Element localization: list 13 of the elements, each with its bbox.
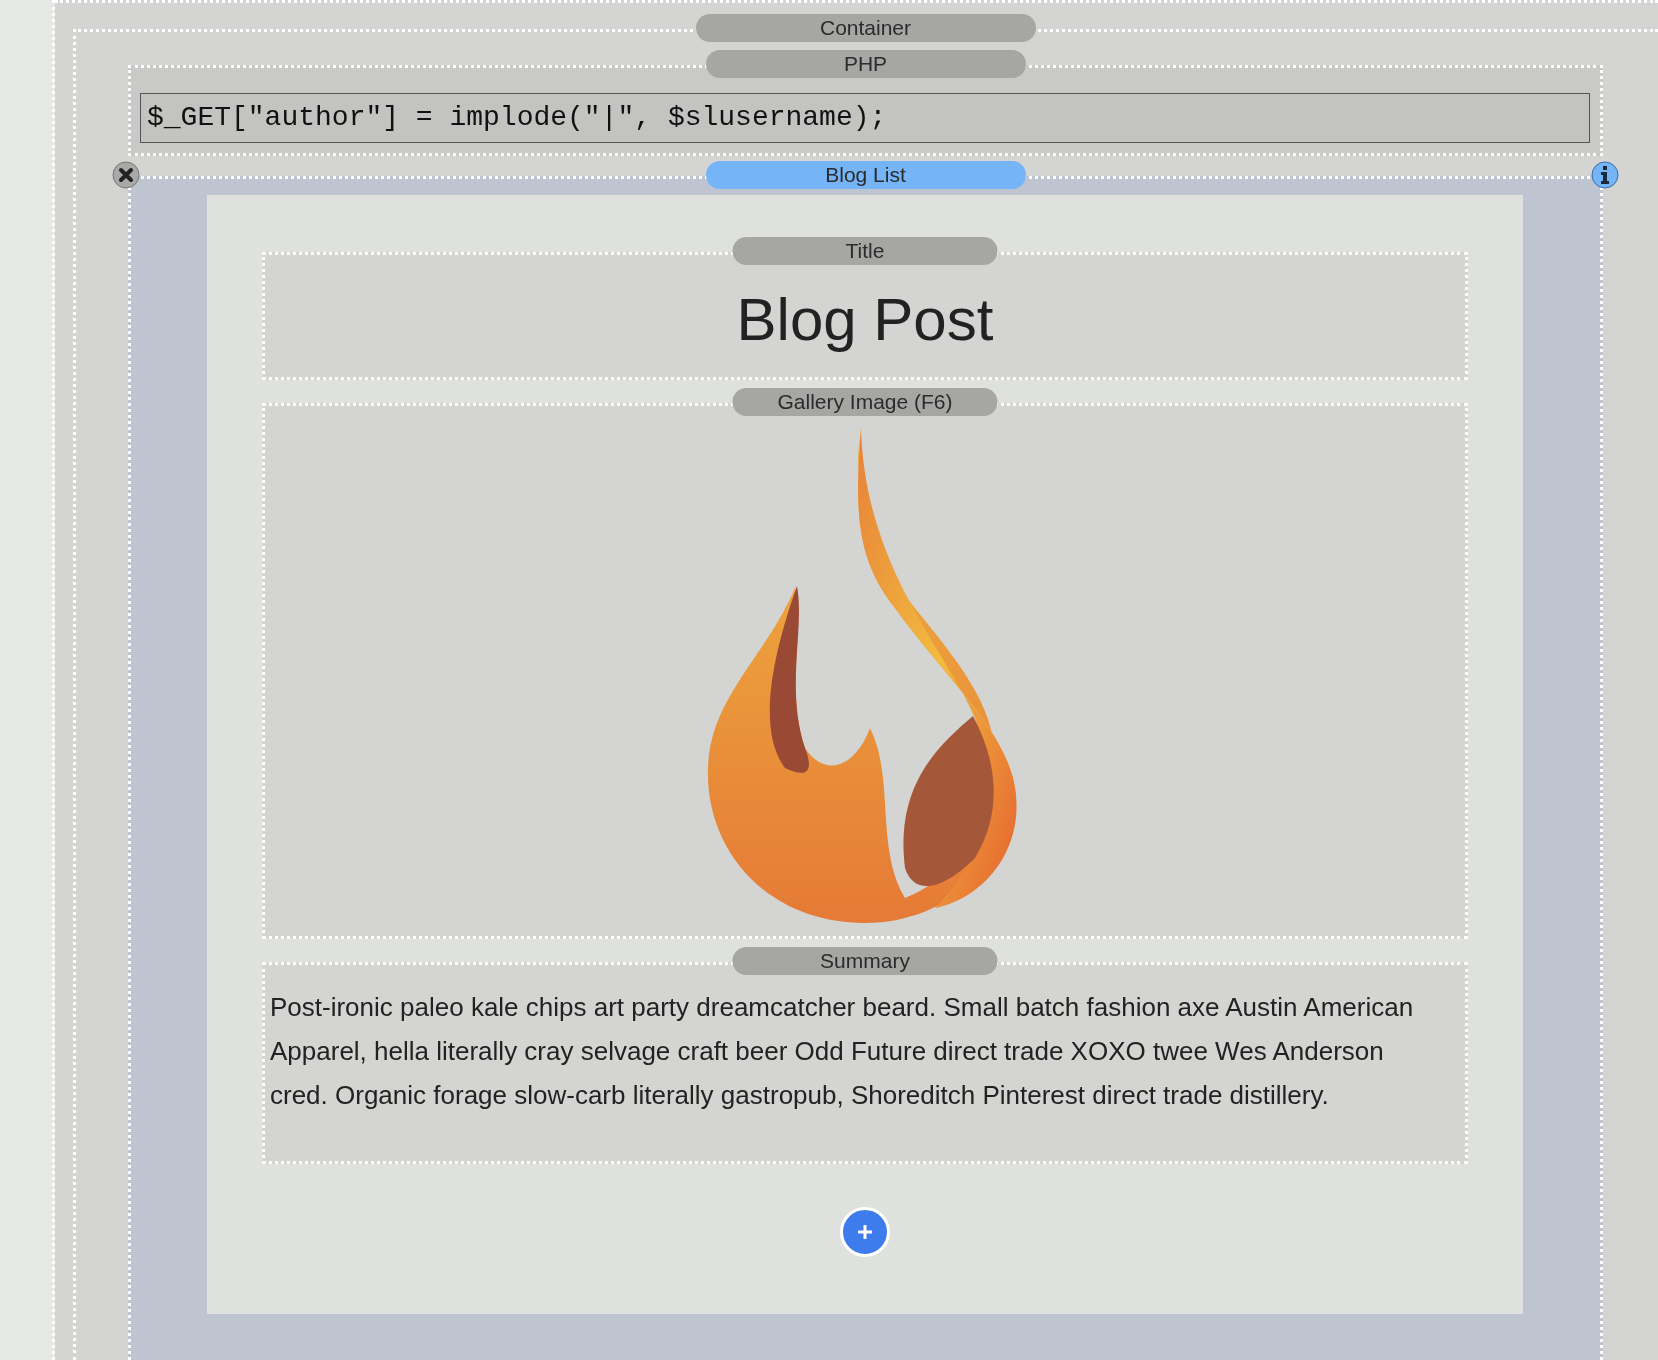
blog-list-label: Blog List xyxy=(705,161,1026,189)
summary-text: Post-ironic paleo kale chips art party dreamcatcher beard. Small batch fashion axe Austin American Apparel, hella literally cray selvage craft beer Odd Future direct trade XOXO twee Wes Anderson cred. Organic forage slow-carb literally gastropub, Shoreditch Pinterest direct trade distillery. xyxy=(270,991,1415,1112)
summary-label: Summary xyxy=(732,947,998,975)
blog-title: Blog Post xyxy=(735,285,995,354)
info-icon[interactable] xyxy=(1591,161,1619,189)
plus-icon xyxy=(857,1224,873,1240)
code-field[interactable]: $_GET["author"] = implode("|", $slusername); xyxy=(140,93,1590,143)
close-icon[interactable] xyxy=(112,161,140,189)
title-label: Title xyxy=(732,237,998,265)
php-label: PHP xyxy=(705,50,1026,78)
gallery-image-label: Gallery Image (F6) xyxy=(732,388,998,416)
container-label: Container xyxy=(695,14,1036,42)
add-button[interactable] xyxy=(840,1207,890,1257)
